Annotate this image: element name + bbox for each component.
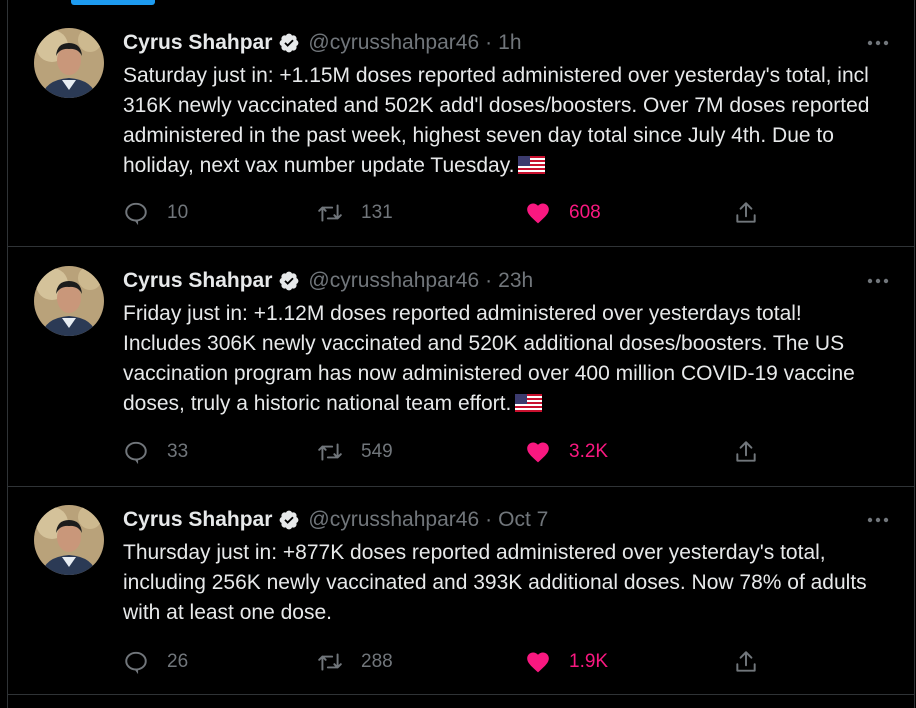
reply-count: 26: [167, 651, 189, 672]
retweet-icon: [318, 653, 342, 671]
reply-icon: [125, 651, 147, 675]
retweet-button[interactable]: 288: [317, 645, 393, 679]
active-tab-indicator: [71, 0, 155, 5]
share-icon: [736, 202, 756, 223]
tweet-header: Cyrus Shahpar @cyrusshahpar46 · 1h: [123, 28, 894, 58]
more-icon[interactable]: [862, 28, 894, 58]
us-flag-icon: [518, 153, 546, 174]
retweet-count: 131: [361, 202, 393, 223]
tweet-text-content: Thursday just in: +877K doses reported a…: [123, 541, 867, 624]
avatar[interactable]: [34, 505, 104, 575]
tweet[interactable]: Cyrus Shahpar @cyrusshahpar46 · Oct 7 Th…: [8, 487, 914, 695]
retweet-icon: [318, 443, 342, 461]
tweet-text: Saturday just in: +1.15M doses reported …: [123, 61, 874, 181]
avatar[interactable]: [34, 28, 104, 98]
share-icon: [736, 441, 756, 462]
more-icon[interactable]: [862, 505, 894, 535]
tweet-time[interactable]: Oct 7: [498, 508, 548, 532]
reply-button[interactable]: 10: [123, 196, 188, 230]
reply-button[interactable]: 33: [123, 435, 188, 469]
heart-icon: [527, 442, 549, 463]
heart-icon: [527, 652, 549, 673]
tweet-header: Cyrus Shahpar @cyrusshahpar46 · Oct 7: [123, 505, 894, 535]
reply-count: 33: [167, 441, 189, 462]
tweet-actions: 26 288 1.9K: [123, 645, 773, 679]
like-count: 1.9K: [569, 651, 609, 672]
retweet-icon: [318, 204, 342, 222]
retweet-button[interactable]: 549: [317, 435, 393, 469]
retweet-count: 549: [361, 441, 393, 462]
author-handle[interactable]: @cyrusshahpar46: [308, 269, 479, 293]
tweet[interactable]: Cyrus Shahpar @cyrusshahpar46 · 23h Frid…: [8, 247, 914, 487]
separator: ·: [485, 508, 493, 531]
like-button[interactable]: 3.2K: [525, 435, 608, 469]
timeline: Cyrus Shahpar @cyrusshahpar46 · 1h Satur…: [7, 0, 915, 708]
tweet-text-content: Saturday just in: +1.15M doses reported …: [123, 64, 870, 177]
tweet-text: Thursday just in: +877K doses reported a…: [123, 538, 874, 628]
like-count: 3.2K: [569, 441, 609, 462]
tweet-text: Friday just in: +1.12M doses reported ad…: [123, 299, 874, 419]
separator: ·: [485, 31, 493, 54]
share-button[interactable]: [733, 645, 759, 679]
reply-count: 10: [167, 202, 189, 223]
tweet-header: Cyrus Shahpar @cyrusshahpar46 · 23h: [123, 266, 894, 296]
avatar[interactable]: [34, 266, 104, 336]
verified-badge-icon: [278, 270, 300, 292]
verified-badge-icon: [278, 32, 300, 54]
share-button[interactable]: [733, 435, 759, 469]
reply-icon: [125, 441, 147, 465]
author-name[interactable]: Cyrus Shahpar: [123, 508, 272, 532]
more-icon[interactable]: [862, 266, 894, 296]
heart-icon: [527, 203, 549, 224]
tweet-actions: 33 549 3.2K: [123, 435, 773, 469]
retweet-button[interactable]: 131: [317, 196, 393, 230]
verified-badge-icon: [278, 509, 300, 531]
reply-icon: [125, 202, 147, 226]
author-handle[interactable]: @cyrusshahpar46: [308, 508, 479, 532]
retweet-count: 288: [361, 651, 393, 672]
us-flag-icon: [515, 391, 543, 412]
author-name[interactable]: Cyrus Shahpar: [123, 31, 272, 55]
share-icon: [736, 651, 756, 672]
share-button[interactable]: [733, 196, 759, 230]
reply-button[interactable]: 26: [123, 645, 188, 679]
author-handle[interactable]: @cyrusshahpar46: [308, 31, 479, 55]
separator: ·: [485, 269, 493, 292]
tweet-time[interactable]: 1h: [498, 31, 521, 55]
like-count: 608: [569, 202, 601, 223]
tweet-text-content: Friday just in: +1.12M doses reported ad…: [123, 302, 855, 415]
tweet[interactable]: Cyrus Shahpar @cyrusshahpar46 · 1h Satur…: [8, 8, 914, 247]
author-name[interactable]: Cyrus Shahpar: [123, 269, 272, 293]
like-button[interactable]: 608: [525, 196, 601, 230]
tweet-time[interactable]: 23h: [498, 269, 533, 293]
like-button[interactable]: 1.9K: [525, 645, 608, 679]
tweet-actions: 10 131 608: [123, 196, 773, 230]
